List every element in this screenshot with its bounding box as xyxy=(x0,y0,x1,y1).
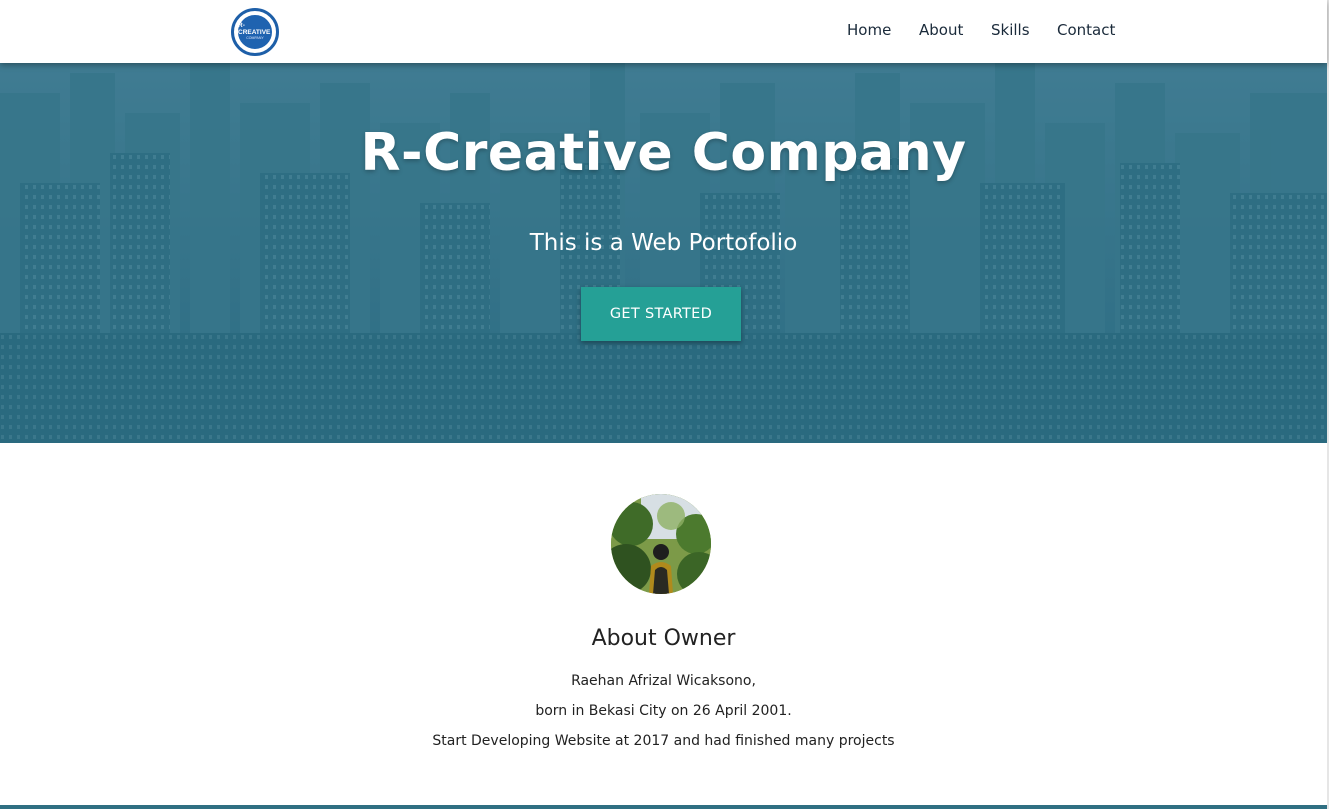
nav-link-skills[interactable]: Skills xyxy=(991,21,1030,39)
about-owner-experience: Start Developing Website at 2017 and had… xyxy=(432,733,895,749)
get-started-button[interactable]: GET STARTED xyxy=(581,287,741,341)
hero-title: R-Creative Company xyxy=(360,123,967,183)
hero-section: R-Creative Company This is a Web Portofo… xyxy=(0,63,1327,443)
navbar: R-CREATIVE COMPANY Home About Skills Con… xyxy=(0,0,1327,63)
nav-link-about[interactable]: About xyxy=(919,21,963,39)
hero-subtitle: This is a Web Portofolio xyxy=(529,230,798,256)
owner-photo xyxy=(611,494,711,594)
about-section: About Owner Raehan Afrizal Wicaksono, bo… xyxy=(0,443,1327,809)
about-heading: About Owner xyxy=(591,626,736,651)
nav-link-home[interactable]: Home xyxy=(847,21,891,39)
main-nav: Home About Skills Contact xyxy=(0,21,1327,41)
next-section-edge xyxy=(0,805,1327,809)
about-owner-birth: born in Bekasi City on 26 April 2001. xyxy=(535,703,792,719)
nav-link-contact[interactable]: Contact xyxy=(1057,21,1115,39)
owner-avatar xyxy=(611,494,711,594)
about-owner-name: Raehan Afrizal Wicaksono, xyxy=(571,673,756,689)
